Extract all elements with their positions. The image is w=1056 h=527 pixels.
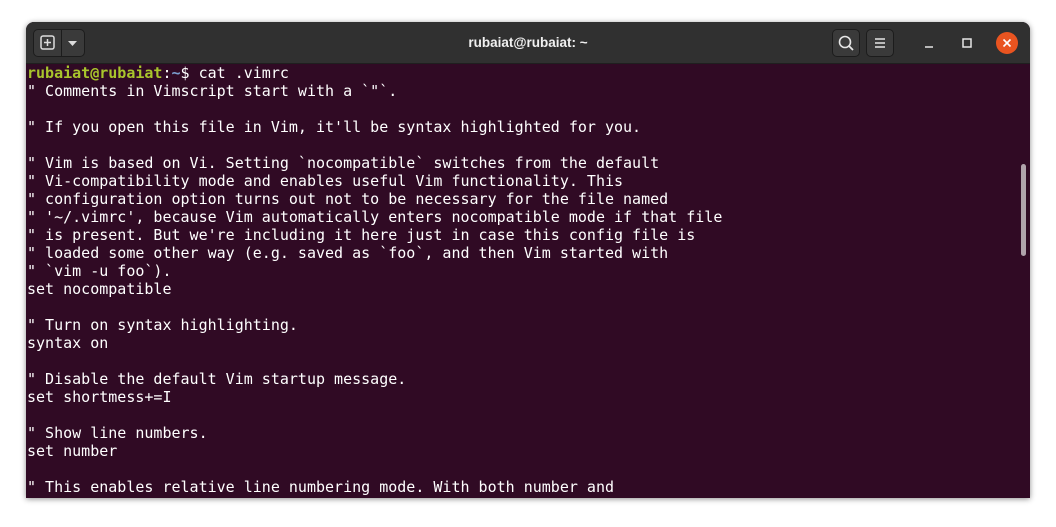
search-button[interactable]	[832, 29, 860, 57]
output-line: syntax on	[27, 334, 109, 352]
tab-controls	[33, 29, 85, 57]
output-line: " Turn on syntax highlighting.	[27, 316, 298, 334]
output-line: " '~/.vimrc', because Vim automatically …	[27, 208, 723, 226]
output-line: " Vi-compatibility mode and enables usef…	[27, 172, 624, 190]
prompt-line: rubaiat@rubaiat:~$ cat .vimrc	[27, 64, 1017, 82]
new-tab-button[interactable]	[34, 30, 62, 56]
prompt-separator: :	[162, 64, 172, 82]
output-line: " Vim is based on Vi. Setting `nocompati…	[27, 154, 660, 172]
search-icon	[838, 35, 854, 51]
terminal-output[interactable]: rubaiat@rubaiat:~$ cat .vimrc " Comments…	[26, 64, 1017, 498]
prompt-command: cat .vimrc	[198, 64, 289, 82]
output-line: " If you open this file in Vim, it'll be…	[27, 118, 642, 136]
output-line: set nocompatible	[27, 280, 172, 298]
prompt-user-host: rubaiat@rubaiat	[27, 64, 163, 82]
prompt-symbol: $	[180, 64, 199, 82]
output-line: " Disable the default Vim startup messag…	[27, 370, 407, 388]
titlebar: rubaiat@rubaiat: ~	[26, 22, 1030, 64]
output-line: " `vim -u foo`).	[27, 262, 172, 280]
output-line: " This enables relative line numbering m…	[27, 478, 614, 496]
prompt-path: ~	[171, 64, 181, 82]
tab-menu-button[interactable]	[61, 30, 84, 56]
output-line: set shortmess+=I	[27, 388, 172, 406]
terminal-window: rubaiat@rubaiat: ~ rubaiat@rubaiat:~$ ca…	[26, 22, 1030, 498]
hamburger-menu-icon	[875, 38, 885, 48]
output-line: set number	[27, 442, 118, 460]
chevron-down-icon	[68, 41, 77, 46]
maximize-icon	[962, 38, 972, 48]
minimize-icon	[925, 46, 933, 48]
output-line: " Comments in Vimscript start with a `"`…	[27, 82, 398, 100]
output-line: " configuration option turns out not to …	[27, 190, 669, 208]
output-line: " Show line numbers.	[27, 424, 208, 442]
menu-button[interactable]	[866, 29, 894, 57]
output-line: " loaded some other way (e.g. saved as `…	[27, 244, 669, 262]
output-line: " is present. But we're including it her…	[27, 226, 696, 244]
scrollbar[interactable]	[1016, 64, 1030, 498]
new-tab-icon	[40, 35, 55, 50]
maximize-button[interactable]	[956, 32, 978, 54]
close-button[interactable]	[996, 32, 1018, 54]
minimize-button[interactable]	[918, 32, 940, 54]
scrollbar-thumb[interactable]	[1021, 164, 1026, 256]
close-icon	[1002, 38, 1012, 48]
